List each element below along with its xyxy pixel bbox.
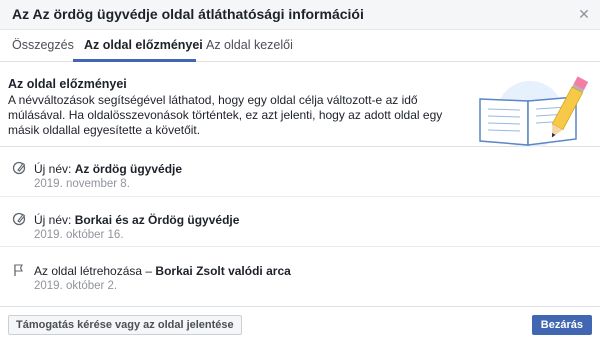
dialog-title: Az Az ördög ügyvédje oldal átláthatósági…: [12, 6, 364, 22]
close-icon[interactable]: ✕: [576, 6, 592, 22]
book-and-pencil-illustration: [479, 76, 589, 147]
flag-icon: [14, 264, 23, 276]
tab-bar: Összegzés Az oldal előzményei Az oldal k…: [0, 30, 600, 62]
report-page-button[interactable]: Támogatás kérése vagy az oldal jelentése: [8, 315, 242, 335]
history-entry: Új név: Borkai és az Ördög ügyvédje 2019…: [0, 197, 600, 247]
close-button[interactable]: Bezárás: [531, 315, 592, 335]
tab-page-managers[interactable]: Az oldal kezelői: [206, 38, 293, 52]
history-entry-title: Új név: Az ördög ügyvédje: [34, 162, 182, 176]
intro-text: A névváltozások segítségével láthatod, h…: [8, 93, 443, 137]
tab-page-history[interactable]: Az oldal előzményei: [84, 38, 203, 52]
intro-heading: Az oldal előzményei: [8, 77, 127, 91]
history-entry: Az oldal létrehozása – Borkai Zsolt való…: [0, 247, 600, 297]
edit-icon: [12, 212, 26, 226]
history-entry-name: Borkai Zsolt valódi arca: [155, 264, 291, 278]
dialog-header: Az Az ördög ügyvédje oldal átláthatósági…: [0, 0, 600, 30]
history-entry-prefix: Az oldal létrehozása –: [34, 264, 156, 278]
active-tab-indicator: [73, 59, 196, 62]
history-entry-date: 2019. október 16.: [34, 229, 124, 241]
dialog-footer: Támogatás kérése vagy az oldal jelentése…: [0, 306, 600, 341]
history-entry-date: 2019. november 8.: [34, 178, 130, 190]
history-entry-name: Borkai és az Ördög ügyvédje: [74, 213, 240, 227]
edit-icon: [12, 161, 26, 175]
history-entry-prefix: Új név:: [34, 162, 75, 176]
intro-section: Az oldal előzményei A névváltozások segí…: [0, 63, 600, 147]
history-entry: Új név: Az ördög ügyvédje 2019. november…: [0, 147, 600, 197]
history-entry-title: Az oldal létrehozása – Borkai Zsolt való…: [34, 264, 291, 278]
history-entry-date: 2019. október 2.: [34, 280, 118, 292]
history-entry-name: Az ördög ügyvédje: [74, 162, 183, 176]
history-entry-prefix: Új név:: [34, 213, 75, 227]
tab-summary[interactable]: Összegzés: [12, 38, 74, 52]
history-entry-title: Új név: Borkai és az Ördög ügyvédje: [34, 213, 239, 227]
